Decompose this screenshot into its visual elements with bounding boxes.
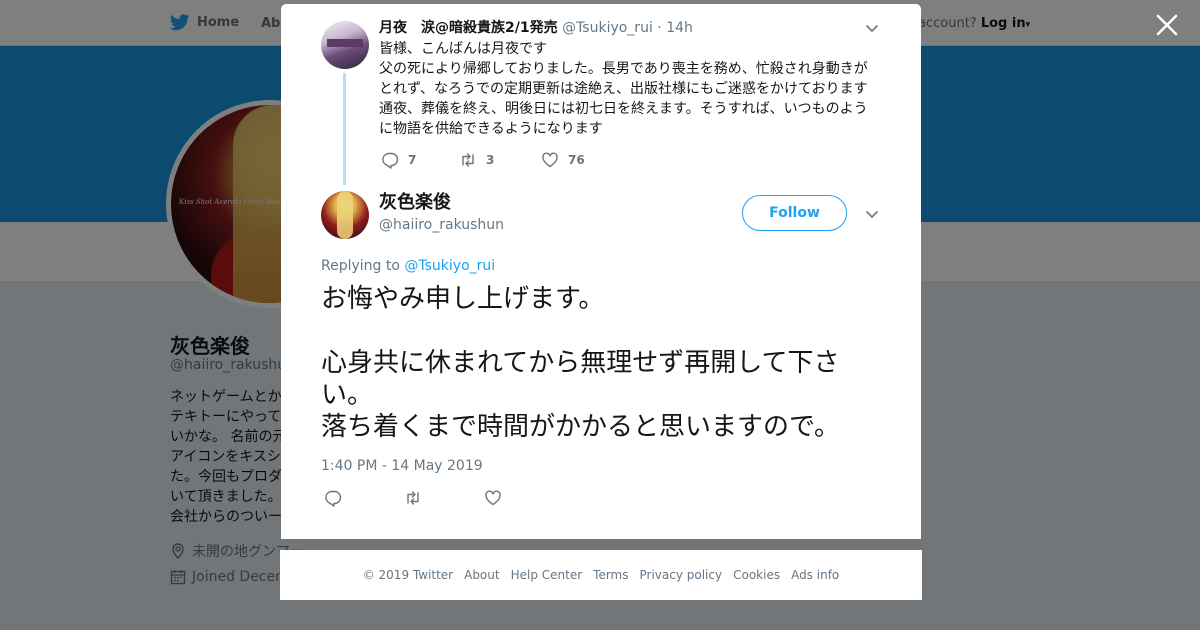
footer-link-privacy[interactable]: Privacy policy (640, 568, 723, 582)
retweet-button[interactable] (404, 489, 484, 507)
tweet-permalink-modal: 月夜 涙@暗殺貴族2/1発売 @Tsukiyo_rui · 14h 皆様、こんば… (281, 4, 921, 539)
parent-tweet-author-name[interactable]: 月夜 涙@暗殺貴族2/1発売 (379, 20, 558, 36)
like-button[interactable]: 76 (541, 151, 585, 169)
retweet-button[interactable]: 3 (459, 151, 541, 169)
main-tweet-blank-line (321, 315, 886, 347)
reply-button[interactable]: 7 (381, 151, 459, 169)
footer-link-help-center[interactable]: Help Center (511, 568, 583, 582)
main-tweet-line: 心身共に休まれてから無理せず再開して下さい。 (321, 348, 840, 410)
main-tweet-line: お悔やみ申し上げます。 (321, 284, 605, 314)
parent-tweet-line: 父の死により帰郷しておりました。長男であり喪主を務め、忙殺され身動きが (379, 61, 868, 77)
retweet-icon (407, 491, 419, 505)
parent-tweet-line: に物語を供給できるようになります (379, 121, 603, 137)
footer-link-cookies[interactable]: Cookies (733, 568, 780, 582)
replying-to: Replying to @Tsukiyo_rui (321, 258, 495, 274)
follow-button[interactable]: Follow (742, 195, 847, 231)
parent-tweet-text: 皆様、こんばんは月夜です 父の死により帰郷しておりました。長男であり喪主を務め、… (379, 39, 874, 139)
parent-tweet-actions: 7 3 76 (381, 151, 585, 169)
footer-link-terms[interactable]: Terms (593, 568, 628, 582)
main-tweet-author-handle[interactable]: @haiiro_rakushun (379, 217, 504, 233)
like-count: 76 (568, 153, 585, 167)
like-button[interactable] (484, 489, 502, 507)
main-tweet-timestamp[interactable]: 1:40 PM - 14 May 2019 (321, 458, 483, 474)
main-tweet-avatar[interactable] (321, 191, 369, 239)
main-tweet-line: 落ち着くまで時間がかかると思いますので。 (321, 412, 840, 442)
parent-tweet-avatar[interactable] (321, 21, 369, 69)
modal-footer: © 2019 Twitter About Help Center Terms P… (280, 550, 922, 600)
reply-icon (382, 152, 399, 169)
chevron-down-icon[interactable] (864, 20, 880, 36)
chevron-down-icon[interactable] (864, 206, 880, 222)
parent-tweet-author-handle[interactable]: @Tsukiyo_rui (562, 20, 653, 36)
heart-icon (485, 490, 501, 506)
reply-icon (325, 490, 342, 507)
footer-link-about[interactable]: About (464, 568, 499, 582)
parent-tweet-line: 通夜、葬儀を終え、明後日には初七日を終えます。そうすれば、いつものよう (379, 101, 868, 117)
conversation-thread-line (343, 73, 346, 185)
parent-tweet-line: とれず、なろうでの定期更新は途絶え、出版社様にもご迷惑をかけております (379, 81, 868, 97)
retweet-icon (462, 153, 474, 167)
footer-copyright: © 2019 Twitter (362, 568, 454, 582)
main-tweet-author-name[interactable]: 灰色楽俊 (379, 192, 451, 214)
parent-tweet-line: 皆様、こんばんは月夜です (379, 41, 547, 57)
parent-tweet-header: 月夜 涙@暗殺貴族2/1発売 @Tsukiyo_rui · 14h (379, 19, 693, 37)
footer-link-ads-info[interactable]: Ads info (791, 568, 839, 582)
parent-tweet-time[interactable]: · 14h (657, 20, 693, 36)
retweet-count: 3 (486, 153, 495, 167)
main-tweet-actions (324, 489, 502, 507)
reply-count: 7 (408, 153, 417, 167)
close-icon[interactable] (1154, 12, 1180, 38)
heart-icon (542, 152, 558, 168)
replying-to-prefix: Replying to (321, 258, 400, 274)
reply-button[interactable] (324, 489, 404, 507)
main-tweet-text: お悔やみ申し上げます。 心身共に休まれてから無理せず再開して下さい。 落ち着くま… (321, 283, 886, 443)
replying-to-handle[interactable]: @Tsukiyo_rui (404, 258, 495, 274)
